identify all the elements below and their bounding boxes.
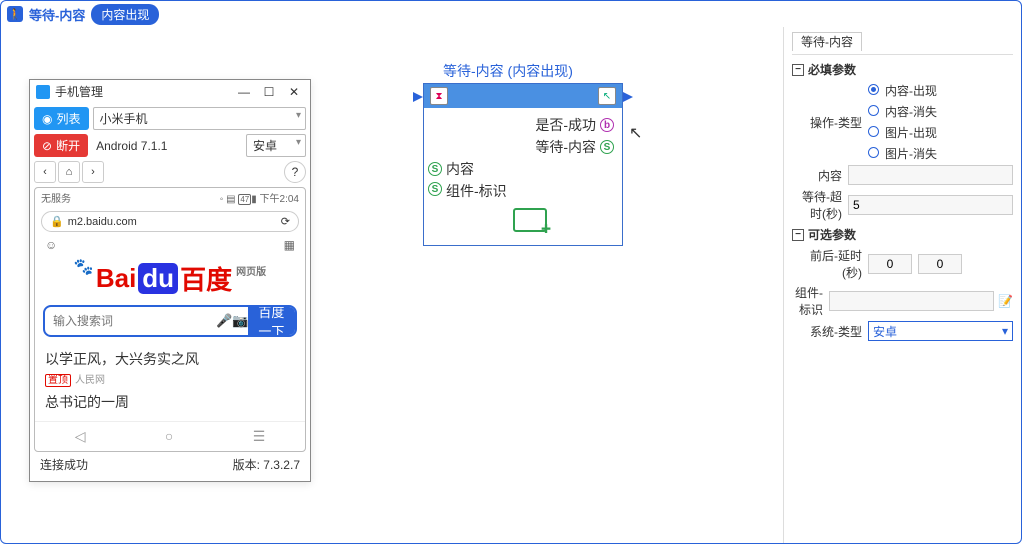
user-icon[interactable]: ☺ [45,238,57,252]
minimize-button[interactable]: — [234,85,254,99]
phone-window: 手机管理 — ☐ ✕ ◉列表 小米手机 ⊘断开 Android 7.1.1 安卓 [29,79,311,482]
forward-button[interactable]: › [82,161,104,183]
phone-statusbar: 无服务 ◦ ▤ 47▮ 下午2:04 [35,188,305,207]
nav-bar: ◁ ○ ☰ [35,421,305,451]
walk-icon: 🚶 [7,6,23,22]
timeout-input[interactable] [848,195,1013,215]
signal-status: 无服务 [41,190,71,205]
phone-icon [36,85,50,99]
canvas[interactable]: 手机管理 — ☐ ✕ ◉列表 小米手机 ⊘断开 Android 7.1.1 安卓 [1,27,783,543]
browser-toolbar: ☺ ▦ [35,236,305,254]
connection-status: 连接成功 [40,456,88,473]
collapse-icon-2[interactable]: − [792,229,804,241]
flow-out-port[interactable] [623,92,633,102]
url-bar[interactable]: 🔒 m2.baidu.com ⟳ [41,211,299,232]
news-item-1[interactable]: 以学正风，大兴务实之风 [45,347,295,372]
maximize-button[interactable]: ☐ [259,85,279,99]
list-icon: ◉ [42,112,52,126]
search-button[interactable]: 百度一下 [248,307,295,335]
radio-content-disappear[interactable]: 内容-消失 [868,103,937,120]
search-bar[interactable]: 🎤 📷 百度一下 [43,305,297,337]
lock-icon: 🔒 [50,215,64,228]
list-button[interactable]: ◉列表 [34,107,89,130]
content-input[interactable] [848,165,1013,185]
flow-in-port[interactable] [413,92,423,102]
component-input[interactable] [829,291,994,311]
url-text: m2.baidu.com [68,216,137,228]
time-status: ◦ ▤ 47▮ 下午2:04 [220,190,299,205]
paw-icon: 🐾 [74,257,94,277]
delay-after-input[interactable] [918,254,962,274]
content-label: 内容 [792,167,842,184]
mic-icon[interactable]: 🎤 [216,313,232,329]
section-optional: 可选参数 [808,226,856,243]
back-button[interactable]: ‹ [34,161,56,183]
node-title: 等待-内容 (内容出现) [443,61,573,81]
baidu-logo: 🐾 Baidu百度 网页版 [35,260,305,297]
collapse-icon[interactable]: − [792,64,804,76]
phone-titlebar[interactable]: 手机管理 — ☐ ✕ [30,80,310,103]
delay-label: 前后-延时(秒) [792,247,862,281]
device-select[interactable]: 小米手机 [93,107,307,130]
timeout-label: 等待-超时(秒) [792,188,842,222]
top-title: 等待-内容 [29,5,85,24]
panel-tab[interactable]: 等待-内容 [792,32,862,51]
system-select[interactable]: 安卓▾ [868,321,1013,341]
radio-content-appear[interactable]: 内容-出现 [868,82,937,99]
select-icon[interactable]: ↖ [598,87,616,105]
help-button[interactable]: ? [284,161,306,183]
bool-port[interactable]: b [600,118,614,132]
reload-icon[interactable]: ⟳ [281,215,290,228]
news-list: 以学正风，大兴务实之风 置顶人民网 总书记的一周 [35,341,305,421]
system-label: 系统-类型 [792,323,862,340]
news-item-2[interactable]: 总书记的一周 [45,390,295,415]
out-wait-label: 等待-内容 [535,137,596,157]
android-version: Android 7.1.1 [92,139,242,153]
op-type-label: 操作-类型 [792,114,862,131]
disconnect-icon: ⊘ [42,139,52,153]
pin-tag: 置顶 [45,374,71,387]
close-button[interactable]: ✕ [284,85,304,99]
doc-wait-icon: ⧗ [430,87,448,105]
node-header[interactable]: ⧗ ↖ [424,84,622,108]
radio-image-appear[interactable]: 图片-出现 [868,124,937,141]
version-label: 版本: 7.3.2.7 [233,456,300,473]
search-input[interactable] [45,314,216,328]
nav-home-icon[interactable]: ○ [165,428,173,445]
apps-icon[interactable]: ▦ [284,238,295,252]
home-button[interactable]: ⌂ [58,161,80,183]
string-port-in2[interactable]: S [428,182,442,196]
out-success-label: 是否-成功 [535,115,596,135]
phone-screen[interactable]: 无服务 ◦ ▤ 47▮ 下午2:04 🔒 m2.baidu.com ⟳ ☺ ▦ [34,187,306,452]
cursor-icon: ↖ [629,123,642,143]
phone-title: 手机管理 [55,83,103,100]
property-panel: 等待-内容 −必填参数 操作-类型 内容-出现 内容-消失 图片-出现 图片-消… [783,27,1021,543]
mode-pill[interactable]: 内容出现 [91,4,159,25]
delay-before-input[interactable] [868,254,912,274]
topbar: 🚶 等待-内容 内容出现 [1,1,1021,27]
section-required: 必填参数 [808,61,856,78]
nav-recent-icon[interactable]: ☰ [253,428,266,445]
edit-icon[interactable]: 📝 [998,293,1013,309]
news-source: 人民网 [75,375,105,386]
radio-image-disappear[interactable]: 图片-消失 [868,145,937,162]
pick-area-icon[interactable] [446,208,614,235]
component-label: 组件-标识 [792,284,823,318]
platform-select[interactable]: 安卓 [246,134,306,157]
disconnect-button[interactable]: ⊘断开 [34,134,88,157]
camera-icon[interactable]: 📷 [232,313,248,329]
wait-content-node[interactable]: ⧗ ↖ 是否-成功 b 等待-内容 S S 内容 S 组件-标识 [423,83,623,246]
string-port-out[interactable]: S [600,140,614,154]
in-content-label: 内容 [446,159,474,179]
in-component-label: 组件-标识 [446,181,507,201]
nav-back-icon[interactable]: ◁ [75,428,86,445]
string-port-in1[interactable]: S [428,162,442,176]
chevron-down-icon: ▾ [1002,324,1008,338]
